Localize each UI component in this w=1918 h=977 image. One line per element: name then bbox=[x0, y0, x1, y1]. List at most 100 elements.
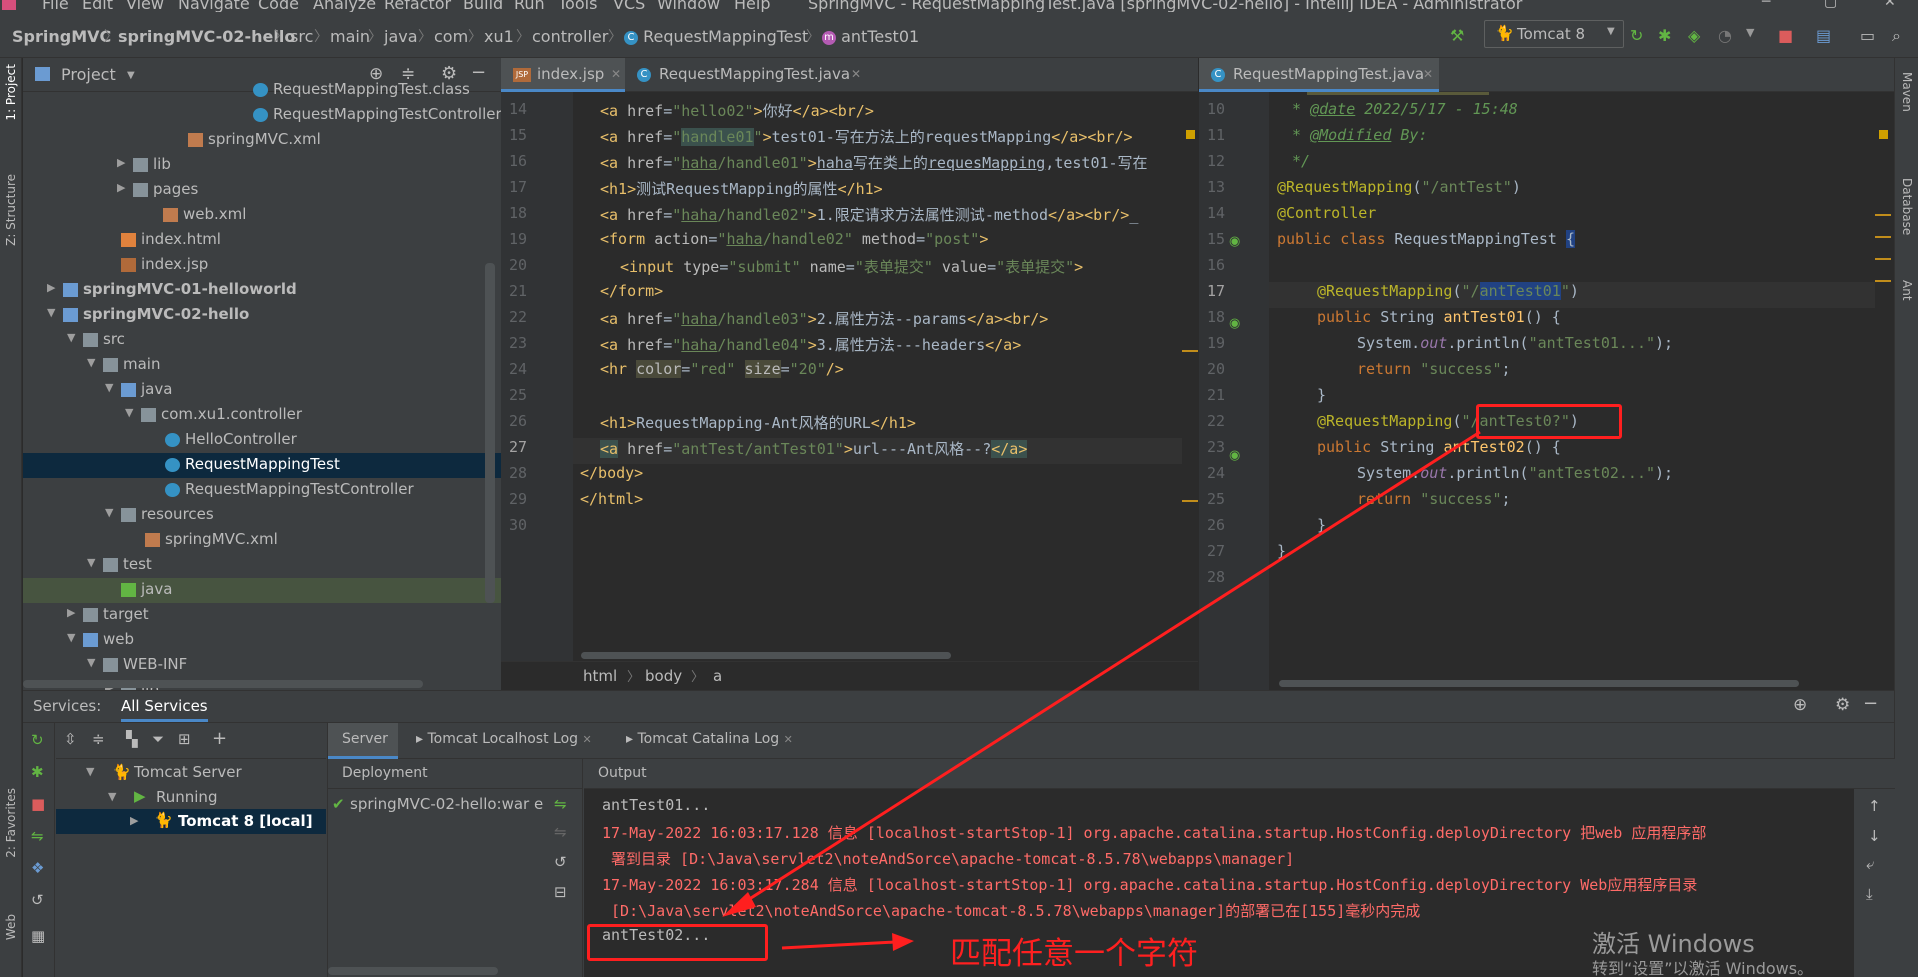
menu-refactor[interactable]: Refactor bbox=[384, 0, 451, 12]
breadcrumb-java[interactable]: java bbox=[384, 27, 418, 46]
tree-item[interactable]: ▶ lib bbox=[23, 153, 501, 178]
run-config-selector[interactable]: 🐈 Tomcat 8 ▼ bbox=[1484, 20, 1624, 48]
stop-icon[interactable]: ■ bbox=[1778, 26, 1793, 45]
chevron-down-icon[interactable]: ▼ bbox=[87, 356, 95, 369]
deployment-item[interactable]: springMVC-02-hello:war e bbox=[350, 795, 543, 813]
editor1-hscrollbar[interactable] bbox=[581, 652, 951, 659]
tree-item[interactable]: ▼ springMVC-02-hello bbox=[23, 303, 501, 328]
tree-item[interactable]: ▼ main bbox=[23, 353, 501, 378]
tree-item[interactable]: ▼ com.xu1.controller bbox=[23, 403, 501, 428]
tree-item[interactable]: ▼ test bbox=[23, 553, 501, 578]
search-icon[interactable]: ⌕ bbox=[1892, 26, 1901, 46]
breadcrumb-class[interactable]: C RequestMappingTest bbox=[624, 27, 808, 46]
breadcrumb-project[interactable]: SpringMVC bbox=[12, 27, 111, 46]
menu-file[interactable]: File bbox=[42, 0, 69, 12]
deploy-icon[interactable]: ⇋ bbox=[554, 795, 567, 813]
maven-tool-tab[interactable]: Maven bbox=[1900, 72, 1914, 112]
menu-build[interactable]: Build bbox=[463, 0, 503, 12]
close-tab-icon[interactable]: ✕ bbox=[784, 733, 793, 746]
chevron-down-icon[interactable]: ▼ bbox=[67, 631, 75, 644]
tree-item[interactable]: ▼ WEB-INF bbox=[23, 653, 501, 678]
tree-item[interactable]: ▼ web bbox=[23, 628, 501, 653]
artifact-icon[interactable]: ⊟ bbox=[554, 883, 567, 901]
add-service-icon[interactable]: ⊕ bbox=[1793, 695, 1807, 715]
tab-server[interactable]: Server bbox=[342, 731, 388, 747]
close-window-icon[interactable]: ✕ bbox=[1884, 0, 1896, 10]
chevron-right-icon[interactable]: ▶ bbox=[117, 156, 125, 169]
menu-navigate[interactable]: Navigate bbox=[178, 0, 250, 12]
menu-analyze[interactable]: Analyze bbox=[313, 0, 376, 12]
menu-run[interactable]: Run bbox=[514, 0, 545, 12]
rerun-icon[interactable]: ↻ bbox=[1630, 26, 1643, 45]
tree-running[interactable]: Running bbox=[156, 788, 217, 806]
layout-icon[interactable]: ▦ bbox=[31, 927, 45, 945]
chevron-right-icon[interactable]: ▶ bbox=[117, 181, 125, 194]
project-tool-tab[interactable]: 1: Project bbox=[4, 64, 18, 121]
menu-view[interactable]: View bbox=[126, 0, 164, 12]
breadcrumb-main[interactable]: main bbox=[330, 27, 370, 46]
database-tool-tab[interactable]: Database bbox=[1900, 178, 1914, 235]
tab-localhost-log[interactable]: ▸ Tomcat Localhost Log ✕ bbox=[416, 731, 592, 747]
menu-tools[interactable]: Tools bbox=[558, 0, 597, 12]
coverage-icon[interactable]: ◈ bbox=[1688, 26, 1700, 45]
breadcrumb-xu1[interactable]: xu1 bbox=[484, 27, 514, 46]
project-structure-icon[interactable]: ▤ bbox=[1816, 26, 1831, 45]
chevron-right-icon[interactable]: ▶ bbox=[67, 606, 75, 619]
minimize-icon[interactable]: ─ bbox=[1762, 0, 1770, 10]
tree-item[interactable]: web.xml bbox=[23, 203, 501, 228]
breadcrumb-module[interactable]: springMVC-02-hello bbox=[118, 27, 295, 46]
rerun-icon[interactable]: ↻ bbox=[31, 731, 44, 749]
tree-item[interactable]: RequestMappingTestController bbox=[23, 478, 501, 503]
more-run-icon[interactable]: ▼ bbox=[1746, 26, 1754, 39]
menu-help[interactable]: Help bbox=[734, 0, 770, 12]
layout-icon[interactable]: ▭ bbox=[1860, 26, 1875, 45]
tab-requestmappingtest-java[interactable]: C RequestMappingTest.java ✕ bbox=[1199, 58, 1439, 92]
collapse-all-icon[interactable]: ≑ bbox=[92, 730, 105, 748]
ant-tool-tab[interactable]: Ant bbox=[1900, 280, 1914, 301]
chevron-down-icon[interactable]: ▼ bbox=[67, 331, 75, 344]
spring-bean-icon[interactable]: ◉ bbox=[1229, 234, 1240, 249]
tree-tomcat8-row[interactable]: ▶ 🐈 Tomcat 8 [local] bbox=[56, 809, 326, 834]
breadcrumb-com[interactable]: com bbox=[434, 27, 468, 46]
debug-icon[interactable]: ✱ bbox=[1658, 26, 1671, 45]
chevron-right-icon[interactable]: ▶ bbox=[130, 814, 138, 827]
structure-tool-tab[interactable]: Z: Structure bbox=[4, 174, 18, 246]
soft-wrap-icon[interactable]: ⤶ bbox=[1866, 855, 1874, 873]
tree-item[interactable]: java bbox=[23, 578, 501, 603]
tree-item[interactable]: RequestMappingTestController bbox=[23, 103, 501, 128]
favorites-tool-tab[interactable]: 2: Favorites bbox=[4, 788, 18, 858]
expand-all-icon[interactable]: ⇳ bbox=[64, 730, 77, 748]
hide-panel-icon[interactable]: − bbox=[1863, 693, 1878, 714]
chevron-down-icon[interactable]: ▼ bbox=[86, 765, 94, 778]
group-icon[interactable]: ▚ bbox=[126, 730, 138, 748]
spring-mapping-icon[interactable]: ◉ bbox=[1229, 316, 1240, 331]
chevron-down-icon[interactable]: ▼ bbox=[105, 381, 113, 394]
crumb-html[interactable]: html bbox=[583, 667, 617, 685]
project-scrollbar[interactable] bbox=[485, 263, 495, 603]
arrow-down-icon[interactable]: ↓ bbox=[1868, 827, 1881, 845]
chevron-down-icon[interactable]: ▼ bbox=[105, 506, 113, 519]
new-tab-icon[interactable]: ⊞ bbox=[178, 730, 191, 748]
crumb-a[interactable]: a bbox=[713, 667, 722, 685]
chevron-right-icon[interactable]: ▶ bbox=[47, 281, 55, 294]
tree-tomcat-server[interactable]: Tomcat Server bbox=[134, 763, 242, 781]
tree-item[interactable]: RequestMappingTest.class bbox=[23, 78, 501, 103]
chevron-down-icon[interactable]: ▼ bbox=[108, 790, 116, 803]
close-tab-icon[interactable]: ✕ bbox=[583, 733, 592, 746]
menu-code[interactable]: Code bbox=[258, 0, 299, 12]
tree-item[interactable]: springMVC.xml bbox=[23, 528, 501, 553]
tree-item[interactable]: ▼ src bbox=[23, 328, 501, 353]
tree-item[interactable]: ▶ pages bbox=[23, 178, 501, 203]
deployment-hscrollbar[interactable] bbox=[328, 967, 498, 975]
add-icon[interactable]: + bbox=[212, 728, 227, 749]
maximize-icon[interactable]: ▢ bbox=[1824, 0, 1837, 10]
tree-item[interactable]: ▼ resources bbox=[23, 503, 501, 528]
tree-item[interactable]: HelloController bbox=[23, 428, 501, 453]
menu-vcs[interactable]: VCS bbox=[613, 0, 645, 12]
filter-icon[interactable]: ⏷ bbox=[152, 730, 164, 748]
deploy-icon[interactable]: ⇋ bbox=[31, 827, 44, 845]
tab-all-services[interactable]: All Services bbox=[121, 697, 208, 722]
tree-item[interactable]: index.jsp bbox=[23, 253, 501, 278]
tab-catalina-log[interactable]: ▸ Tomcat Catalina Log ✕ bbox=[626, 731, 793, 747]
artifacts-icon[interactable]: ❖ bbox=[31, 859, 44, 877]
